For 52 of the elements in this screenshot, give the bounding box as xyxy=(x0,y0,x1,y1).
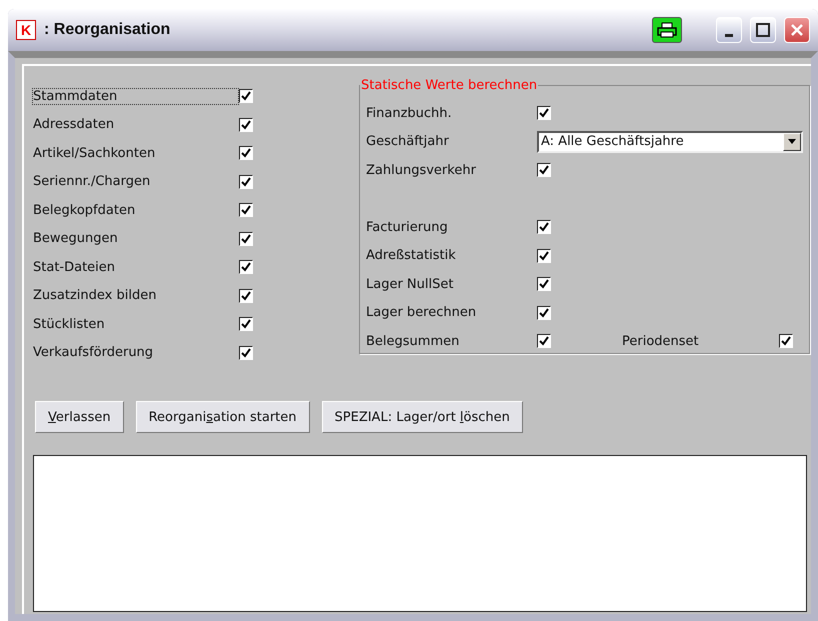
minimize-icon xyxy=(725,34,733,36)
checkbox[interactable] xyxy=(239,146,253,160)
checkbox-label: Zusatzindex bilden xyxy=(32,287,158,304)
action-button[interactable]: Reorganisation starten xyxy=(136,401,310,433)
field-label: Periodenset xyxy=(621,332,700,350)
checkbox-label: Stammdaten xyxy=(32,88,239,105)
minimize-button[interactable] xyxy=(716,17,742,43)
checkbox-label: Stücklisten xyxy=(32,316,106,333)
close-button[interactable] xyxy=(784,17,810,43)
window-title: : Reorganisation xyxy=(44,21,172,39)
checkbox[interactable] xyxy=(537,277,551,292)
checkbox[interactable] xyxy=(239,232,253,246)
checkbox[interactable] xyxy=(537,306,551,320)
group-title: Statische Werte berechnen xyxy=(360,78,538,93)
checkbox[interactable] xyxy=(239,288,253,303)
checkbox[interactable] xyxy=(537,220,551,234)
checkbox[interactable] xyxy=(239,89,253,104)
checkbox[interactable] xyxy=(537,334,551,348)
printer-icon xyxy=(657,22,677,38)
checkbox[interactable] xyxy=(239,260,253,274)
checkbox-label: Adressdaten xyxy=(32,116,116,134)
field-label: Adreßstatistik xyxy=(365,247,457,264)
maximize-icon xyxy=(756,23,770,37)
field-label: Finanzbuchh. xyxy=(365,104,453,122)
checkbox[interactable] xyxy=(537,106,551,120)
print-button[interactable] xyxy=(652,17,682,43)
field-label: Geschäftjahr xyxy=(365,133,450,150)
app-logo: K xyxy=(16,20,36,40)
field-label: Facturierung xyxy=(365,218,449,236)
checkbox[interactable] xyxy=(537,248,551,263)
checkbox[interactable] xyxy=(239,317,253,332)
checkbox[interactable] xyxy=(239,174,253,189)
checkbox-label: Belegkopfdaten xyxy=(32,202,136,219)
checkbox-label: Bewegungen xyxy=(32,230,119,248)
checkbox-label: Artikel/Sachkonten xyxy=(32,144,156,162)
checkbox[interactable] xyxy=(239,118,253,132)
field-label: Lager NullSet xyxy=(365,276,454,293)
checkbox[interactable] xyxy=(239,203,253,218)
checkbox-label: Verkaufsförderung xyxy=(32,344,154,362)
field-label: Lager berechnen xyxy=(365,304,478,322)
checkbox[interactable] xyxy=(239,346,253,360)
maximize-button[interactable] xyxy=(750,17,776,43)
field-label: Zahlungsverkehr xyxy=(365,162,477,179)
checkbox[interactable] xyxy=(537,163,551,178)
action-button[interactable]: Verlassen xyxy=(35,401,124,433)
field-label: Belegsummen xyxy=(365,332,460,350)
close-icon xyxy=(790,23,804,37)
checkbox[interactable] xyxy=(779,334,793,348)
action-button[interactable]: SPEZIAL: Lager/ort löschen xyxy=(322,401,523,433)
checkbox-label: Seriennr./Chargen xyxy=(32,173,152,190)
year-dropdown[interactable]: A: Alle Geschäftsjahre xyxy=(537,130,803,153)
checkbox-label: Stat-Dateien xyxy=(32,258,116,276)
